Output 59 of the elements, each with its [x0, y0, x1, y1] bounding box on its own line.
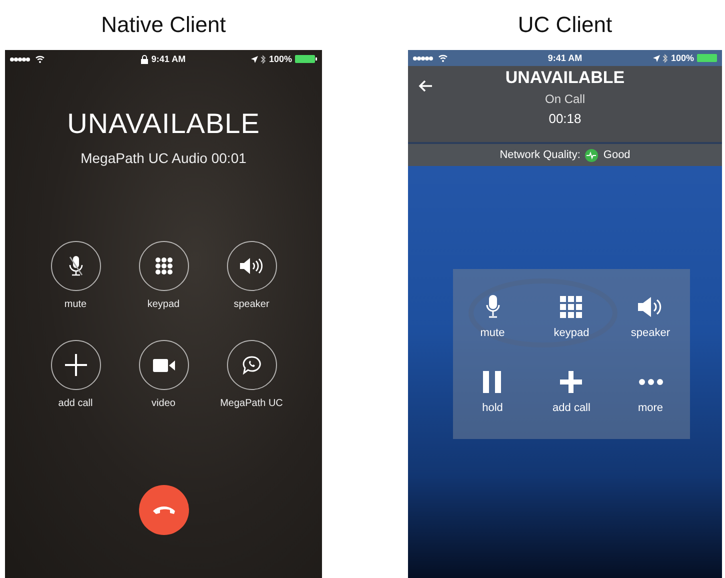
mic-button[interactable]: mute [480, 294, 505, 338]
battery-percent: 100% [670, 53, 694, 63]
network-quality-value: Good [603, 149, 630, 161]
speaker-button[interactable] [226, 241, 276, 291]
network-quality-label: Network Quality: [500, 149, 580, 161]
hang-up-icon [152, 505, 176, 515]
chat-phone-button[interactable] [226, 340, 276, 390]
button-label: MegaPath UC [220, 398, 283, 409]
speaker-icon [637, 296, 664, 316]
keypad-button[interactable] [138, 241, 188, 291]
pause-icon [483, 370, 502, 392]
button-label: keypad [147, 299, 180, 310]
video-camera-icon [152, 358, 174, 372]
signal-icon [10, 56, 32, 62]
location-icon [652, 54, 660, 62]
speaker-icon [238, 257, 264, 275]
wifi-icon [438, 54, 448, 62]
bluetooth-icon [260, 54, 266, 64]
chat-phone-icon [242, 355, 262, 375]
muted-microphone-icon [68, 255, 84, 277]
battery-percent: 100% [268, 54, 292, 64]
more-icon [638, 378, 662, 384]
button-label: speaker [234, 299, 270, 310]
status-time: 9:41 AM [548, 53, 582, 63]
button-label: mute [64, 299, 87, 310]
bluetooth-icon [662, 54, 668, 62]
status-time: 9:41 AM [151, 54, 186, 64]
pulse-icon [585, 148, 598, 162]
back-button[interactable] [416, 78, 434, 94]
battery-icon [697, 54, 717, 62]
call-subtitle: MegaPath UC Audio 00:01 [80, 150, 246, 166]
plus-button[interactable]: add call [552, 370, 590, 414]
wifi-icon [35, 55, 45, 63]
microphone-icon [486, 294, 500, 318]
battery-icon [295, 55, 317, 63]
call-timer: 00:18 [548, 111, 582, 126]
location-icon [250, 56, 258, 62]
keypad-button[interactable]: keypad [554, 294, 590, 338]
lock-icon [141, 54, 148, 64]
signal-icon [413, 56, 435, 60]
column-heading: UC Client [516, 11, 614, 39]
keypad-icon [560, 296, 582, 318]
end-call-button[interactable] [138, 485, 188, 535]
mic-muted-button[interactable] [50, 241, 100, 291]
plus-icon [64, 354, 86, 376]
button-label: add call [58, 398, 93, 409]
plus-button[interactable] [50, 340, 100, 390]
speaker-button[interactable]: speaker [630, 294, 670, 338]
video-button[interactable] [138, 340, 188, 390]
plus-icon [560, 370, 582, 392]
column-heading: Native Client [100, 11, 227, 39]
call-title: UNAVAILABLE [505, 68, 625, 88]
pause-button[interactable]: hold [482, 370, 503, 414]
call-status: On Call [544, 92, 585, 106]
button-label: video [152, 398, 176, 409]
more-button[interactable]: more [638, 370, 664, 414]
keypad-icon [154, 257, 172, 275]
back-arrow-icon [418, 80, 432, 92]
call-title: UNAVAILABLE [67, 108, 260, 140]
